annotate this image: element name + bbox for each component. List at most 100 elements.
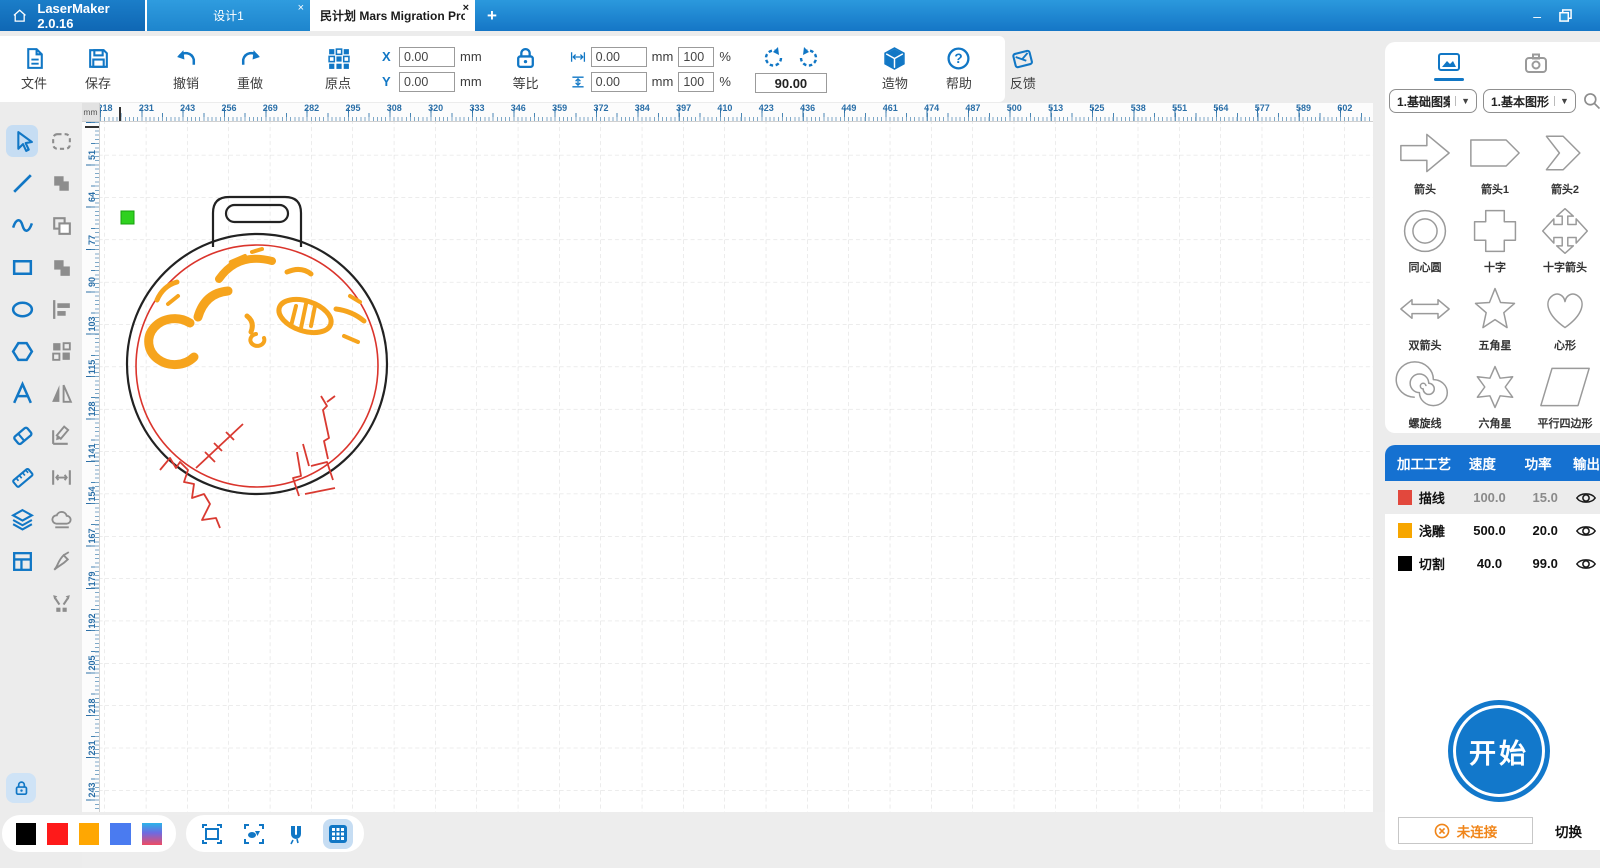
stamp-tool[interactable]: [45, 503, 77, 535]
curve-tool[interactable]: [6, 209, 38, 241]
ruler-position-marker: [119, 107, 121, 121]
width-input[interactable]: [591, 47, 647, 67]
polygon-tool[interactable]: [6, 335, 38, 367]
shape-item-partial[interactable]: [1390, 431, 1460, 433]
ruler-tick-label: 179: [87, 570, 97, 588]
feedback-button[interactable]: 反馈: [1003, 46, 1043, 92]
restore-button[interactable]: [1559, 9, 1572, 22]
canvas-area[interactable]: mm 2182312432562692822953083203333463593…: [82, 103, 1373, 812]
shape-item-double-arrow[interactable]: 双箭头: [1390, 275, 1460, 353]
search-icon[interactable]: [1582, 91, 1600, 111]
shape-item-arrow[interactable]: 箭头: [1390, 119, 1460, 197]
x-position-input[interactable]: [399, 47, 455, 67]
eraser-tool[interactable]: [6, 419, 38, 451]
ruler-tick-label: 128: [87, 400, 97, 418]
hexagon-icon: [10, 339, 35, 364]
union-tool[interactable]: [45, 167, 77, 199]
shape-item-star6[interactable]: 六角星: [1460, 353, 1530, 431]
width-percent-input[interactable]: [678, 47, 714, 67]
shape-item-concentric[interactable]: 同心圆: [1390, 197, 1460, 275]
process-row-engrave[interactable]: 浅雕 500.0 20.0: [1385, 514, 1600, 547]
y-position-input[interactable]: [399, 72, 455, 92]
layers-tool[interactable]: [6, 503, 38, 535]
height-percent-input[interactable]: [678, 72, 714, 92]
fill-tool[interactable]: [45, 545, 77, 577]
ruler-tick-label: 487: [965, 103, 980, 113]
drawing-canvas[interactable]: [100, 122, 1373, 812]
tab-camera[interactable]: [1521, 52, 1551, 81]
help-button[interactable]: ? 帮助: [939, 46, 979, 92]
tab-gallery[interactable]: [1434, 52, 1464, 81]
duplicate-tool[interactable]: [45, 209, 77, 241]
ellipse-tool[interactable]: [6, 293, 38, 325]
color-swatch-gradient[interactable]: [142, 823, 162, 845]
grid-toggle-button[interactable]: [323, 819, 353, 849]
rotate-ccw-icon[interactable]: [762, 45, 786, 69]
marquee-tool[interactable]: [45, 125, 77, 157]
connection-status[interactable]: 未连接: [1398, 817, 1533, 844]
color-swatch-blue[interactable]: [110, 823, 130, 845]
rotate-angle-input[interactable]: [755, 73, 827, 93]
fit-selection-button[interactable]: [239, 819, 269, 849]
app-home[interactable]: LaserMaker 2.0.16: [0, 0, 147, 31]
shape-item-partial[interactable]: [1460, 431, 1530, 433]
color-swatch-black[interactable]: [16, 823, 36, 845]
ruler-tick-label: 167: [87, 527, 97, 545]
minimize-button[interactable]: –: [1533, 8, 1541, 24]
shape-item-arrow2[interactable]: 箭头2: [1530, 119, 1600, 197]
redo-button[interactable]: 重做: [230, 46, 270, 92]
align-tool[interactable]: [45, 293, 77, 325]
shape-item-heart[interactable]: 心形: [1530, 275, 1600, 353]
process-row-cut[interactable]: 切割 40.0 99.0: [1385, 547, 1600, 580]
color-swatch-red[interactable]: [47, 823, 67, 845]
shape-item-parallelogram[interactable]: 平行四边形: [1530, 353, 1600, 431]
split-tool[interactable]: [45, 587, 77, 619]
undo-button[interactable]: 撤销: [166, 46, 206, 92]
subcategory-dropdown[interactable]: 1.基本图形▼: [1483, 89, 1576, 113]
shape-item-cross[interactable]: 十字: [1460, 197, 1530, 275]
file-button[interactable]: 文件: [14, 46, 54, 92]
origin-button[interactable]: 原点: [318, 46, 358, 92]
tab-design1[interactable]: 设计1 ×: [147, 0, 310, 31]
snap-button[interactable]: [281, 819, 311, 849]
category-dropdown[interactable]: 1.基础图案▼: [1389, 89, 1477, 113]
eye-icon[interactable]: [1575, 523, 1597, 539]
shape-item-star5[interactable]: 五角星: [1460, 275, 1530, 353]
color-swatch-orange[interactable]: [79, 823, 99, 845]
node-edit-tool[interactable]: [45, 419, 77, 451]
shape-item-spiral[interactable]: 螺旋线: [1390, 353, 1460, 431]
ruler-left-labels: 5164779010311512814115416717919220521823…: [82, 122, 99, 812]
process-row-trace[interactable]: 描线 100.0 15.0: [1385, 481, 1600, 514]
aspect-lock-button[interactable]: 等比: [506, 46, 546, 92]
line-tool[interactable]: [6, 167, 38, 199]
tab-mars-migration[interactable]: 民计划 Mars Migration Progran ×: [310, 0, 475, 31]
switch-device-button[interactable]: 切换: [1555, 821, 1582, 841]
layout-tool[interactable]: [6, 545, 38, 577]
rectangle-tool[interactable]: [6, 251, 38, 283]
start-button[interactable]: 开始: [1448, 700, 1550, 802]
select-tool[interactable]: [6, 125, 38, 157]
create-button[interactable]: 造物: [875, 46, 915, 92]
shape-item-partial[interactable]: [1530, 431, 1600, 433]
layers-icon: [10, 507, 35, 532]
eye-icon[interactable]: [1575, 490, 1597, 506]
tab-close-icon[interactable]: ×: [298, 2, 304, 14]
canvas-lock-button[interactable]: [6, 773, 36, 803]
new-tab-button[interactable]: +: [475, 0, 509, 31]
shape-item-cross-arrow[interactable]: 十字箭头: [1530, 197, 1600, 275]
mirror-tool[interactable]: [45, 377, 77, 409]
measure-tool[interactable]: [6, 461, 38, 493]
height-input[interactable]: [591, 72, 647, 92]
text-tool[interactable]: [6, 377, 38, 409]
artboard-button[interactable]: [197, 819, 227, 849]
color-palette: [2, 815, 176, 852]
distribute-tool[interactable]: [45, 461, 77, 493]
subtract-tool[interactable]: [45, 251, 77, 283]
eye-icon[interactable]: [1575, 556, 1597, 572]
tab-close-icon[interactable]: ×: [463, 2, 469, 14]
group-tool[interactable]: [45, 335, 77, 367]
save-button[interactable]: 保存: [78, 46, 118, 92]
rotate-cw-icon[interactable]: [796, 45, 820, 69]
origin-marker[interactable]: [121, 211, 134, 224]
shape-item-arrow1[interactable]: 箭头1: [1460, 119, 1530, 197]
